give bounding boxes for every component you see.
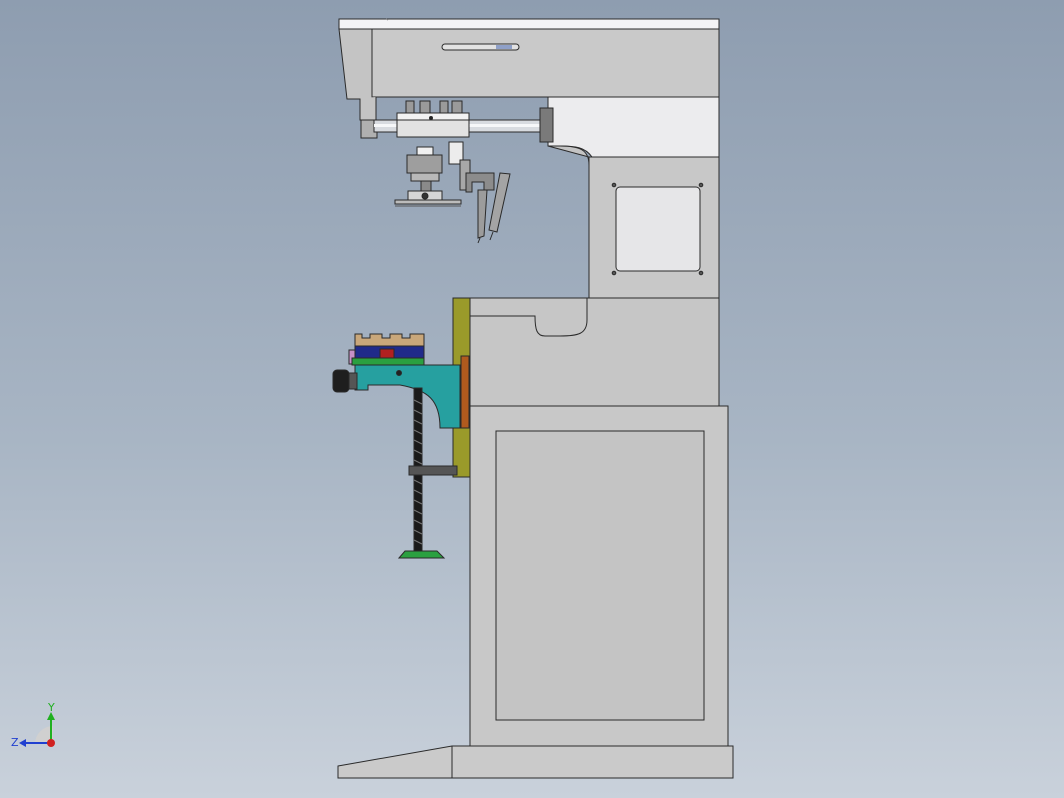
- axis-triad-icon: Y Z: [11, 701, 55, 749]
- z-arrow-icon: [19, 739, 26, 747]
- graphics-viewport[interactable]: Y Z: [0, 0, 1064, 798]
- z-axis-label: Z: [11, 736, 19, 749]
- upper-head-housing[interactable]: [338, 18, 720, 158]
- x-axis-dot: [47, 739, 55, 747]
- machine-model[interactable]: [0, 0, 1064, 798]
- top-shaft-assembly[interactable]: [360, 100, 554, 143]
- work-table[interactable]: [332, 333, 461, 429]
- y-axis-label: Y: [47, 701, 55, 714]
- gripper-arm[interactable]: [448, 141, 511, 244]
- reference-triad: Y Z: [8, 700, 68, 760]
- lower-cabinet[interactable]: [337, 405, 734, 779]
